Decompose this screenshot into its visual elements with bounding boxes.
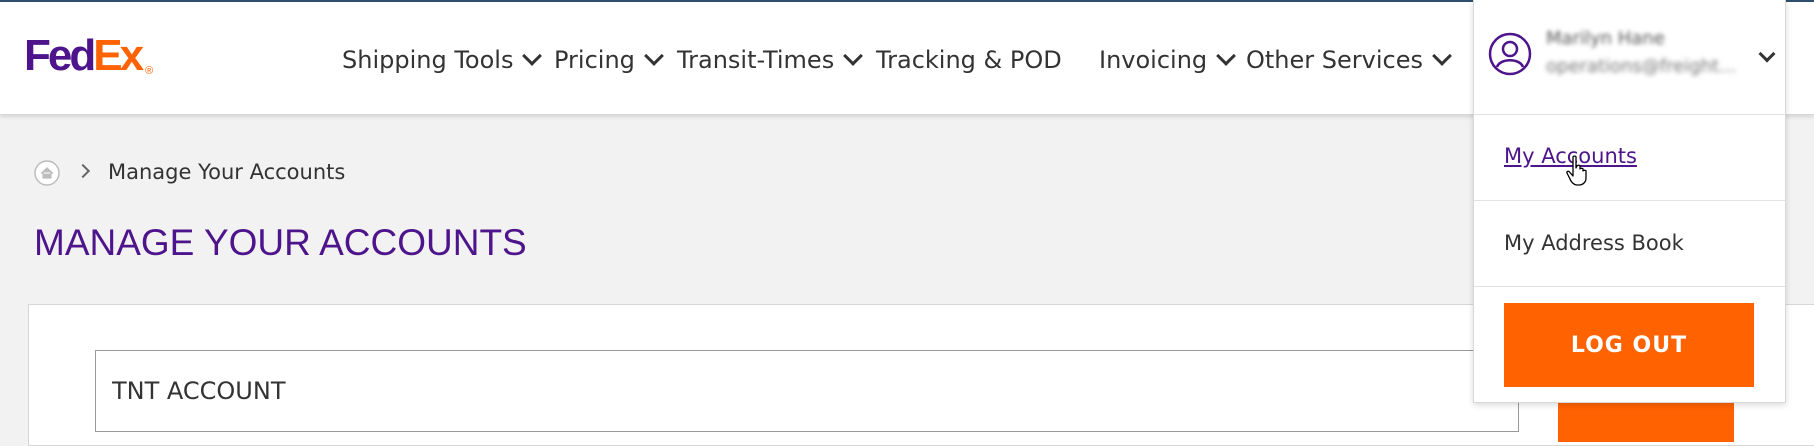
chevron-down-icon[interactable]: [1758, 45, 1776, 63]
nav-item-label: Other Services: [1246, 46, 1423, 74]
menu-divider: [1474, 200, 1785, 201]
user-name: Marilyn Hane: [1546, 28, 1665, 49]
nav-item-label: Shipping Tools: [342, 46, 514, 74]
chevron-down-icon: [644, 46, 664, 66]
menu-divider: [1474, 286, 1785, 287]
logout-button[interactable]: LOG OUT: [1504, 303, 1754, 387]
chevron-right-icon: [75, 163, 91, 179]
nav-item-invoicing[interactable]: Invoicing: [1099, 42, 1237, 78]
menu-divider: [1474, 114, 1785, 115]
account-type-field[interactable]: [95, 350, 1519, 432]
home-icon[interactable]: [34, 160, 60, 186]
fedex-logo[interactable]: FedEx ®: [24, 30, 153, 97]
nav-item-pricing[interactable]: Pricing: [554, 42, 664, 78]
nav-item-label: Tracking & POD: [876, 46, 1062, 74]
chevron-down-icon: [843, 46, 864, 66]
menu-item-my-address-book[interactable]: My Address Book: [1504, 231, 1684, 255]
nav-item-tracking-pod[interactable]: Tracking & POD: [876, 42, 1062, 78]
chevron-down-icon: [1216, 46, 1237, 66]
nav-item-label: Pricing: [554, 46, 635, 74]
user-avatar-icon[interactable]: [1488, 32, 1532, 76]
breadcrumb-current: Manage Your Accounts: [108, 160, 346, 184]
chevron-down-icon: [522, 46, 543, 66]
add-account-button[interactable]: [1558, 402, 1734, 442]
chevron-down-icon: [1432, 46, 1452, 66]
nav-item-shipping-tools[interactable]: Shipping Tools: [342, 42, 543, 78]
nav-item-label: Invoicing: [1099, 46, 1208, 74]
nav-item-transit-times[interactable]: Transit-Times: [677, 42, 864, 78]
hand-cursor-icon: [1566, 155, 1587, 186]
page-title: MANAGE YOUR ACCOUNTS: [34, 222, 527, 263]
nav-item-label: Transit-Times: [677, 46, 835, 74]
account-dropdown-panel: Marilyn Hane operations@freight... My Ac…: [1473, 0, 1786, 403]
nav-item-other-services[interactable]: Other Services: [1246, 42, 1452, 78]
user-email: operations@freight...: [1546, 56, 1737, 77]
